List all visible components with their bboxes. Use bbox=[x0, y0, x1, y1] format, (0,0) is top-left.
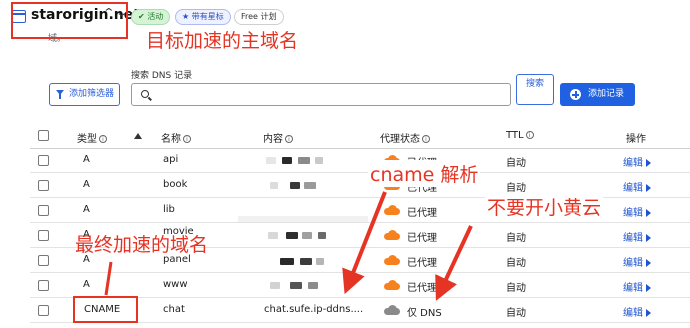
arrow-to-cname-content bbox=[342, 191, 387, 295]
arrow-to-cname-box bbox=[104, 261, 113, 296]
annotation-arrows bbox=[104, 191, 473, 301]
arrow-to-dns-only bbox=[435, 225, 473, 301]
dns-records-page: { "header": { "domain": "starorigin.net"… bbox=[0, 0, 690, 328]
